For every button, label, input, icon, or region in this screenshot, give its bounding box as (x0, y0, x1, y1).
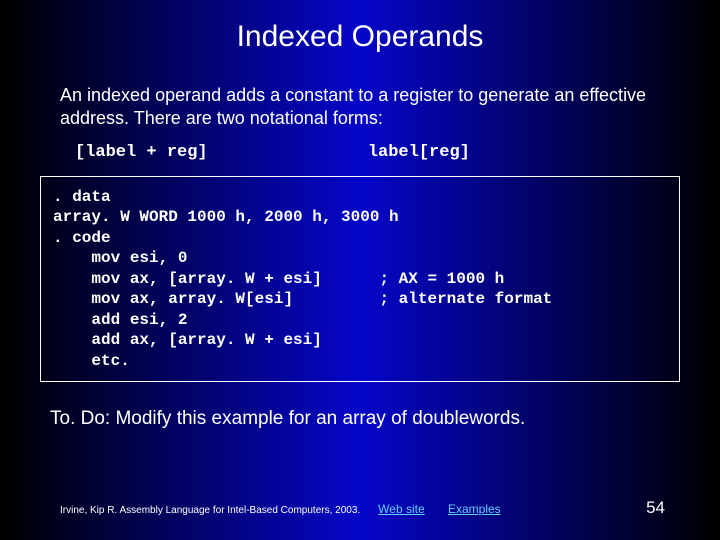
web-site-link[interactable]: Web site (378, 502, 424, 516)
footer-citation: Irvine, Kip R. Assembly Language for Int… (60, 505, 360, 516)
slide: Indexed Operands An indexed operand adds… (0, 0, 720, 540)
slide-title: Indexed Operands (0, 0, 720, 54)
page-number: 54 (646, 498, 665, 518)
notation-form-1: [label + reg] (75, 143, 208, 162)
code-listing: . data array. W WORD 1000 h, 2000 h, 300… (40, 176, 680, 382)
body-text: An indexed operand adds a constant to a … (0, 54, 720, 131)
notation-form-2: label[reg] (368, 143, 470, 162)
notation-forms: [label + reg] label[reg] (0, 131, 720, 176)
footer-links: Web site Examples (378, 502, 521, 516)
todo-text: To. Do: Modify this example for an array… (0, 382, 720, 430)
footer: Irvine, Kip R. Assembly Language for Int… (0, 498, 720, 518)
examples-link[interactable]: Examples (448, 502, 501, 516)
